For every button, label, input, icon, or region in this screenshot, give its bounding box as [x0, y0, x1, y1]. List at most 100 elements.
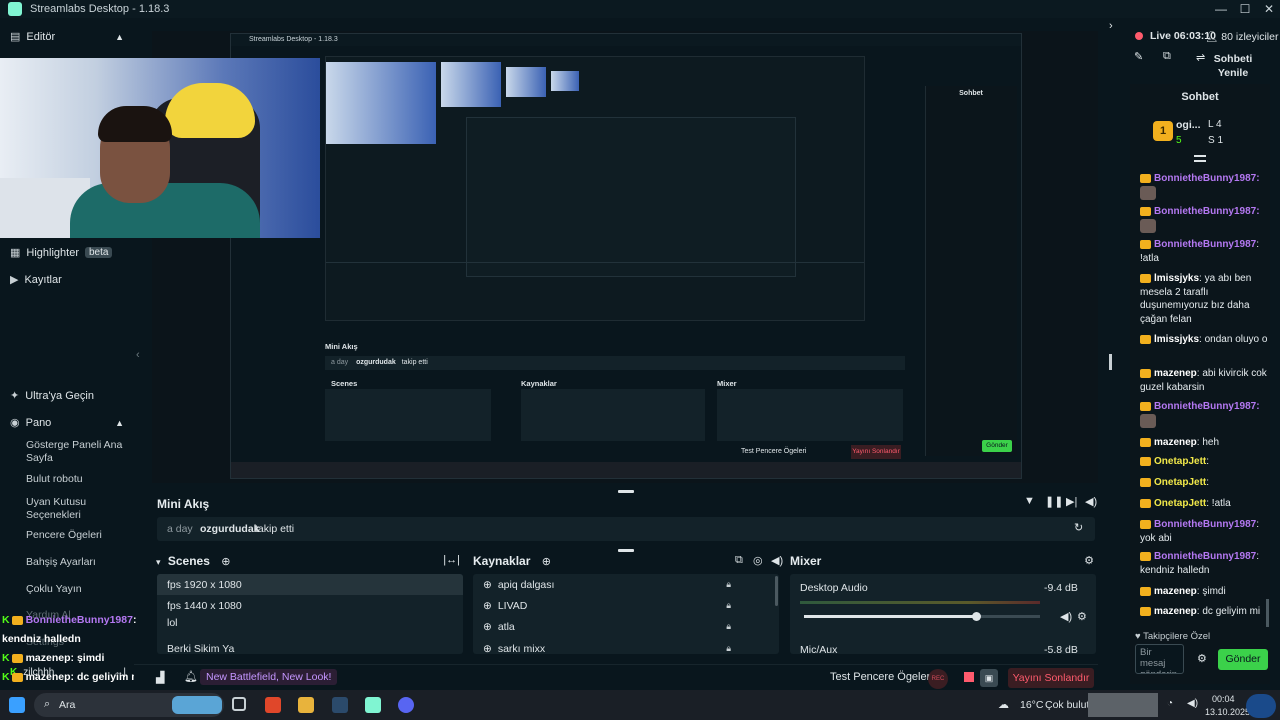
lock-icon[interactable]: 🔒︎ [726, 579, 731, 590]
source-icon-1[interactable]: ⧉ [735, 554, 743, 567]
crown-badge-icon [1140, 368, 1151, 378]
discord-icon[interactable] [398, 697, 414, 713]
collapse-left-icon[interactable]: ‹ [136, 349, 140, 361]
source-icon-2[interactable]: ◎ [753, 554, 763, 567]
chat-username[interactable]: lmissjyks [1154, 273, 1199, 284]
taskbar-search[interactable]: ⌕ Ara [34, 693, 224, 717]
sidebar-item-highlighter[interactable]: ▦ Highlighter beta [0, 246, 134, 259]
steam-icon[interactable] [332, 697, 348, 713]
brave-icon[interactable] [265, 697, 281, 713]
end-stream-button[interactable]: Yayını Sonlandır [1008, 668, 1094, 688]
volume-tray-icon[interactable]: ◀) [1187, 698, 1198, 709]
sidebar-subitem-alertbox[interactable]: Uyan Kutusu Seçenekleri [26, 496, 130, 522]
sidebar-subitem-cloudbot[interactable]: Bulut robotu [26, 473, 130, 486]
sidebar-item-editor[interactable]: ▤ Editör ▲ [0, 30, 134, 44]
mini-feed-header: Mini Akış ▼ ❚❚ ▶| ◀) [152, 491, 1098, 515]
chat-username[interactable]: BonnietheBunny1987 [1154, 206, 1256, 217]
followers-only-label: ♥ Takipçilere Özel [1135, 631, 1211, 642]
replay-icon[interactable]: ↻ [1074, 521, 1083, 534]
stats-icon[interactable]: ▟ [156, 671, 164, 684]
nested-feed: a day ozgurdudak takip etti [325, 356, 905, 370]
close-button[interactable]: ✕ [1256, 0, 1280, 18]
chat-username[interactable]: OnetapJett [1154, 477, 1206, 488]
windows-start-icon[interactable] [9, 697, 25, 713]
chat-input[interactable]: Bir mesaj gönderin [1135, 644, 1184, 674]
volume-slider-fill [804, 615, 977, 618]
lock-icon[interactable]: 🔒︎ [726, 600, 731, 611]
scene-item[interactable]: fps 1440 x 1080 [157, 595, 463, 616]
source-icon-3[interactable]: ◀) [771, 554, 783, 567]
collapse-icon[interactable]: ▾ [156, 557, 161, 567]
chat-username[interactable]: BonnietheBunny1987 [1154, 551, 1256, 562]
chat-username[interactable]: mazenep [1154, 606, 1197, 617]
chat-username[interactable]: BonnietheBunny1987 [1154, 401, 1256, 412]
chat-username[interactable]: BonnietheBunny1987 [1154, 173, 1256, 184]
gear-icon[interactable]: ⚙ [1084, 554, 1094, 567]
task-view-icon[interactable] [232, 697, 246, 711]
chat-username[interactable]: mazenep [1154, 586, 1197, 597]
scene-transition-icon[interactable]: |↔| [443, 554, 460, 566]
source-item[interactable]: ⊕ atla 🔒︎ [473, 616, 779, 637]
source-item[interactable]: ⊕ apiq dalgası 🔒︎ [473, 574, 779, 595]
pause-icon[interactable]: ❚❚ [1045, 495, 1063, 508]
chat-message: OnetapJett: [1140, 476, 1270, 490]
refresh-chat-button[interactable]: Sohbeti Yenile [1210, 52, 1256, 80]
resize-handle-2[interactable] [618, 549, 634, 552]
file-explorer-icon[interactable] [298, 697, 314, 713]
lock-icon[interactable]: 🔒︎ [726, 643, 731, 654]
speaker-icon[interactable]: ◀) [1060, 610, 1072, 623]
share-icon[interactable]: ⇌ [1196, 51, 1205, 64]
channel-settings-icon[interactable]: ⚙ [1077, 610, 1087, 623]
volume-slider-knob[interactable] [972, 612, 982, 621]
volume-icon[interactable]: ◀) [1085, 495, 1097, 508]
sidebar-item-recordings[interactable]: ▶ Kayıtlar [0, 273, 134, 287]
right-resize-handle[interactable] [1109, 354, 1112, 370]
chat-username[interactable]: mazenep [1154, 368, 1197, 379]
chat-menu-icon[interactable] [1194, 155, 1206, 162]
maximize-button[interactable]: ☐ [1232, 0, 1258, 18]
collapse-right-icon[interactable]: › [1109, 20, 1113, 32]
chevron-up-icon[interactable]: ▲ [115, 32, 124, 42]
streamlabs-icon[interactable] [365, 697, 381, 713]
minimize-button[interactable]: — [1208, 0, 1234, 18]
lock-icon[interactable]: 🔒︎ [726, 621, 731, 632]
crown-badge-icon [1140, 334, 1151, 344]
scene-item[interactable]: fps 1920 x 1080 [157, 574, 463, 595]
sidebar-subitem-multistream[interactable]: Çoklu Yayın [26, 583, 130, 596]
record-button[interactable]: REC [928, 669, 948, 689]
sidebar-subitem-dashboard[interactable]: Gösterge Paneli Ana Sayfa [26, 439, 130, 465]
chevron-up-icon[interactable]: ▲ [115, 418, 124, 428]
scene-item[interactable]: Berki Sikim Ya [157, 638, 463, 655]
chat-username[interactable]: BonnietheBunny1987 [1154, 519, 1256, 530]
chat-username[interactable]: BonnietheBunny1987 [1154, 239, 1256, 250]
notification-icon[interactable]: 🔔︎ [184, 670, 198, 683]
chat-settings-icon[interactable]: ⚙ [1197, 652, 1207, 665]
edit-icon[interactable]: ✎ [1134, 50, 1143, 63]
chat-username[interactable]: OnetapJett [1154, 498, 1206, 509]
popout-icon[interactable]: ⧉ [1163, 50, 1171, 63]
notification-banner[interactable]: New Battlefield, New Look! [200, 669, 338, 685]
chat-username[interactable]: lmissjyks [1154, 334, 1199, 345]
save-replay-icon[interactable]: ▣ [980, 669, 998, 687]
source-item[interactable]: ⊕ sarkı mixx 🔒︎ [473, 638, 779, 655]
sidebar-item-pano[interactable]: ◉ Pano ▲ [0, 416, 134, 430]
nested-webcam [326, 62, 436, 144]
volume-slider-track[interactable] [804, 612, 1040, 621]
test-widgets-label[interactable]: Test Pencere Ögeleri [830, 671, 933, 683]
send-button[interactable]: Gönder [1218, 649, 1268, 670]
scene-item[interactable]: lol [157, 617, 463, 629]
chat-username[interactable]: mazenep [1154, 437, 1197, 448]
filter-icon[interactable]: ▼ [1024, 495, 1035, 507]
wifi-icon[interactable]: ◔ [1167, 698, 1173, 709]
add-scene-icon[interactable]: ⊕ [221, 556, 230, 568]
sidebar-subitem-widgets[interactable]: Pencere Ögeleri [26, 529, 130, 542]
add-source-icon[interactable]: ⊕ [542, 556, 551, 568]
sidebar-subitem-tips[interactable]: Bahşiş Ayarları [26, 556, 130, 569]
source-item[interactable]: ⊕ LIVAD 🔒︎ [473, 595, 779, 616]
chat-username[interactable]: OnetapJett [1154, 456, 1206, 467]
skip-icon[interactable]: ▶| [1066, 495, 1077, 508]
sidebar-item-ultra[interactable]: ✦ Ultra'ya Geçin [0, 389, 134, 403]
sources-scrollbar[interactable] [775, 576, 778, 606]
stop-square-icon[interactable] [964, 672, 974, 682]
notification-avatar[interactable] [1246, 694, 1276, 718]
